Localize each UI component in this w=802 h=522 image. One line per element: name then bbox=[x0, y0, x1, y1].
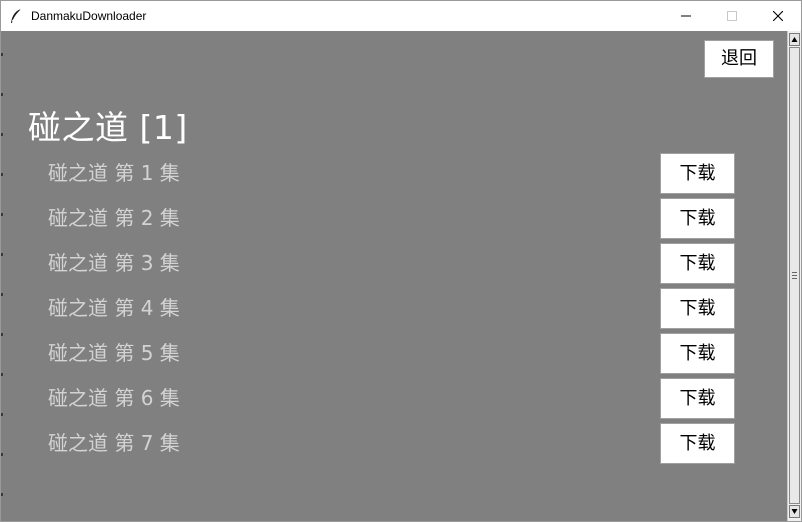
minimize-button[interactable] bbox=[663, 1, 709, 31]
maximize-button[interactable] bbox=[709, 1, 755, 31]
grip-line bbox=[792, 272, 797, 273]
download-button-7[interactable]: 下载 bbox=[660, 423, 735, 464]
close-button[interactable] bbox=[755, 1, 801, 31]
title-bar[interactable]: DanmakuDownloader bbox=[1, 1, 801, 31]
triangle-down-icon bbox=[791, 509, 798, 514]
download-button-1[interactable]: 下载 bbox=[660, 153, 735, 194]
episode-label-7: 碰之道 第 7 集 bbox=[48, 431, 180, 455]
app-window: DanmakuDownloader 退回 碰之道 [1] 碰之道 第 1 集 下… bbox=[0, 0, 802, 522]
download-button-6[interactable]: 下载 bbox=[660, 378, 735, 419]
download-button-5[interactable]: 下载 bbox=[660, 333, 735, 374]
window-title: DanmakuDownloader bbox=[31, 9, 147, 23]
minimize-icon bbox=[681, 15, 691, 17]
back-button[interactable]: 退回 bbox=[704, 40, 774, 78]
episode-label-1: 碰之道 第 1 集 bbox=[48, 161, 180, 185]
page-title: 碰之道 [1] bbox=[28, 108, 188, 147]
scroll-thumb[interactable] bbox=[789, 47, 800, 504]
download-button-4[interactable]: 下载 bbox=[660, 288, 735, 329]
grip-line bbox=[792, 278, 797, 279]
maximize-icon bbox=[727, 11, 737, 21]
content-area: 退回 碰之道 [1] 碰之道 第 1 集 下载 碰之道 第 2 集 下载 碰之道… bbox=[1, 31, 787, 521]
episode-label-6: 碰之道 第 6 集 bbox=[48, 386, 180, 410]
episode-label-2: 碰之道 第 2 集 bbox=[48, 206, 180, 230]
download-button-2[interactable]: 下载 bbox=[660, 198, 735, 239]
vertical-scrollbar[interactable] bbox=[787, 31, 801, 521]
left-edge-strip bbox=[1, 31, 3, 521]
episode-label-4: 碰之道 第 4 集 bbox=[48, 296, 180, 320]
episode-label-3: 碰之道 第 3 集 bbox=[48, 251, 180, 275]
close-icon bbox=[773, 11, 783, 21]
download-button-3[interactable]: 下载 bbox=[660, 243, 735, 284]
scroll-up-button[interactable] bbox=[789, 33, 800, 46]
scroll-down-button[interactable] bbox=[789, 505, 800, 518]
episode-label-5: 碰之道 第 5 集 bbox=[48, 341, 180, 365]
grip-line bbox=[792, 275, 797, 276]
triangle-up-icon bbox=[791, 37, 798, 42]
feather-icon bbox=[9, 8, 23, 24]
